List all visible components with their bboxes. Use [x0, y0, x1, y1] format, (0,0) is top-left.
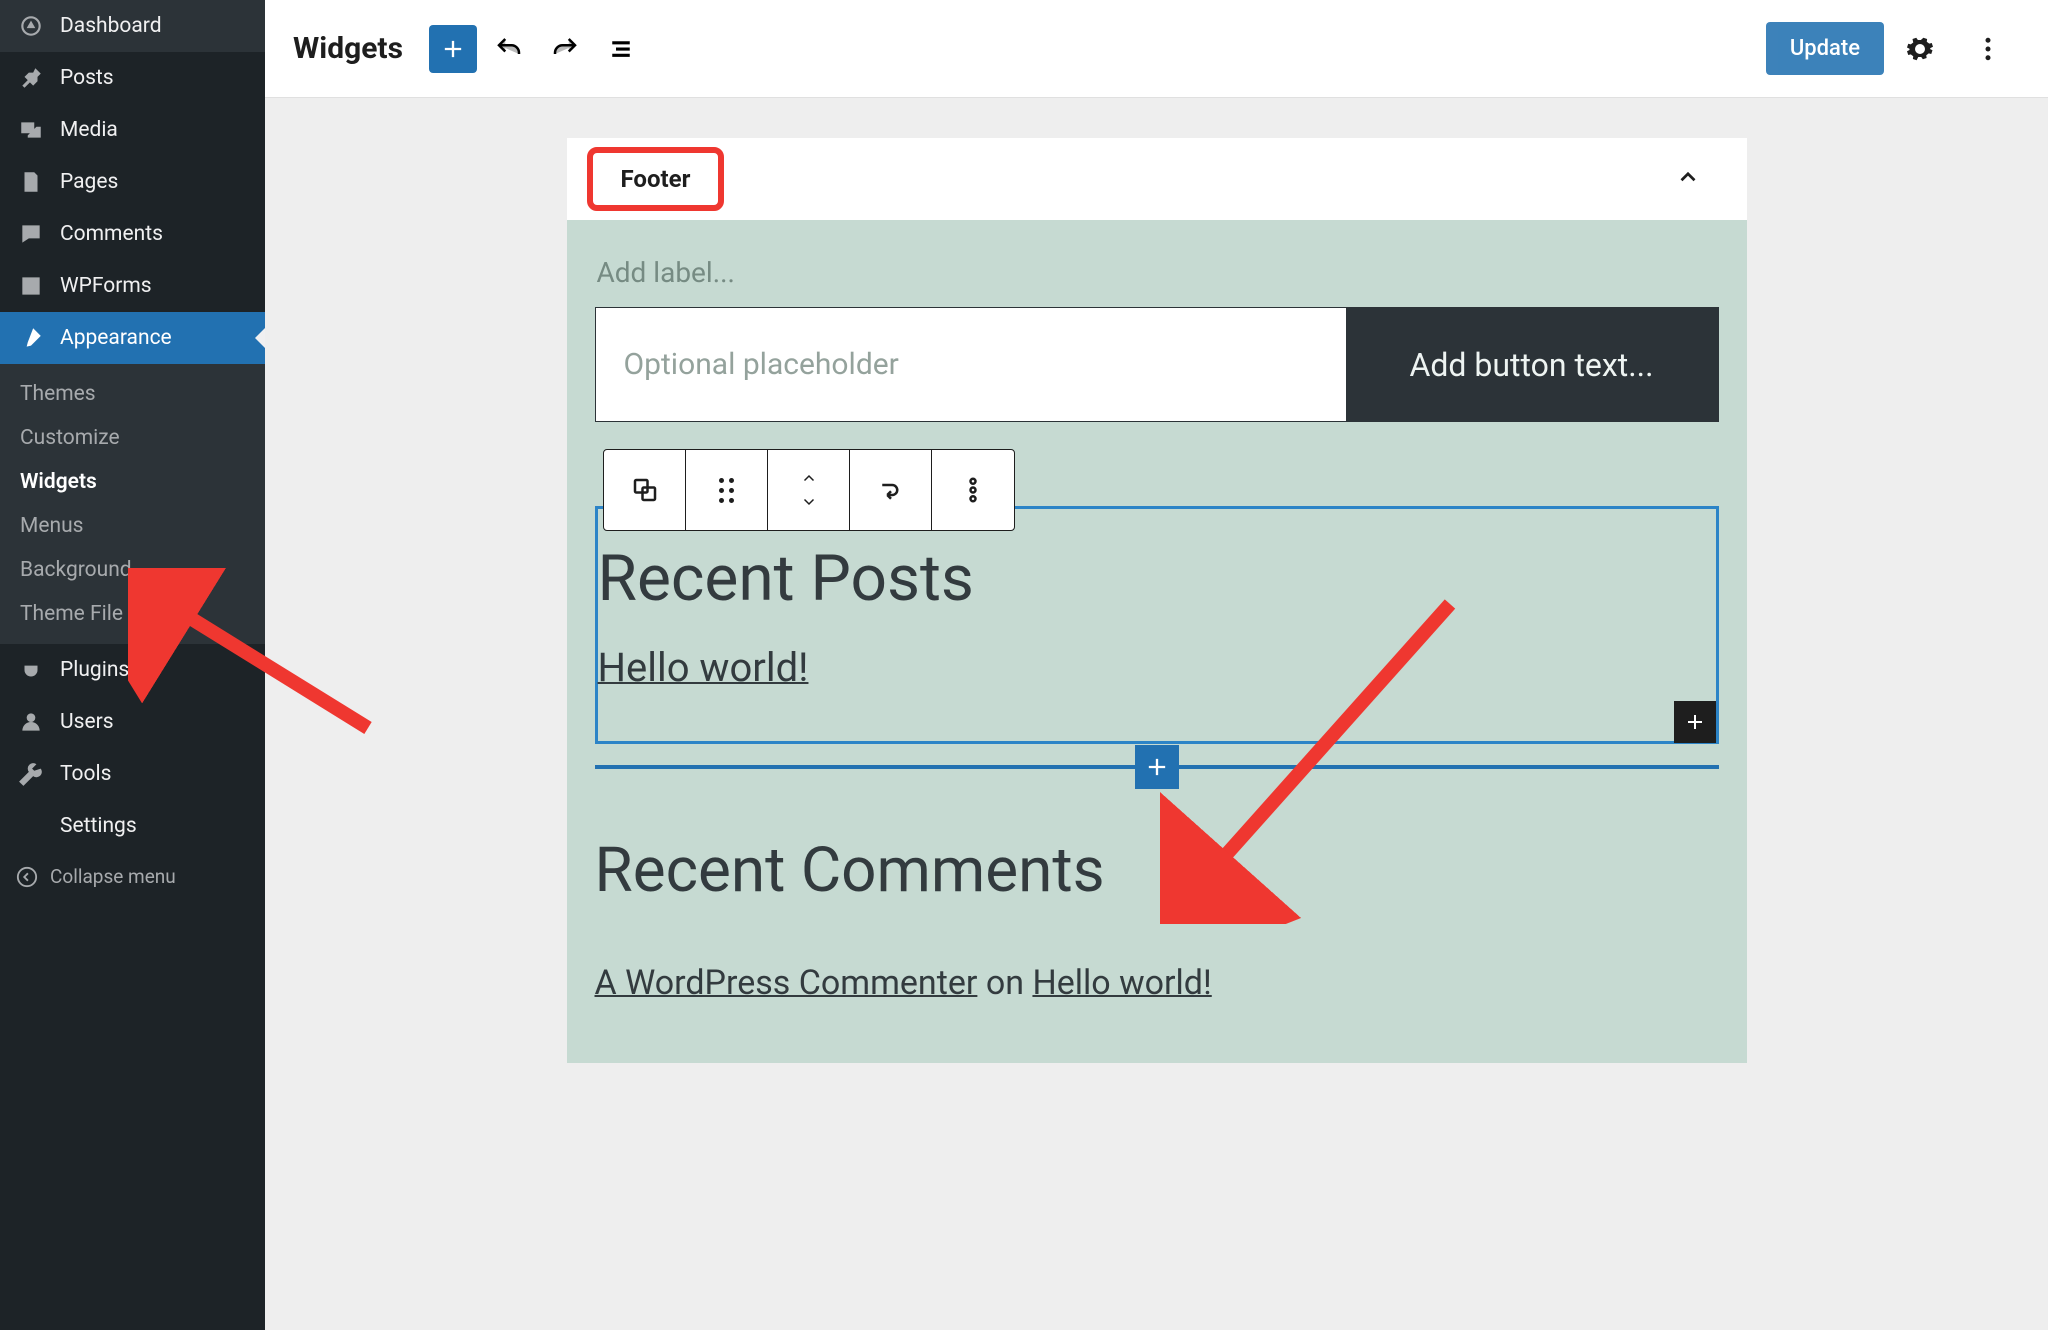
form-icon	[16, 273, 46, 299]
user-icon	[16, 709, 46, 735]
sidebar-submenu: Themes Customize Widgets Menus Backgroun…	[0, 364, 265, 644]
block-appender-button[interactable]	[1674, 701, 1716, 743]
sidebar-item-plugins[interactable]: Plugins	[0, 644, 265, 696]
wrench-icon	[16, 761, 46, 787]
sidebar-item-comments[interactable]: Comments	[0, 208, 265, 260]
recent-posts-block[interactable]: Recent Posts Hello world!	[595, 506, 1719, 744]
gauge-icon	[16, 13, 46, 39]
media-icon	[16, 117, 46, 143]
comment-author-link[interactable]: A WordPress Commenter	[595, 963, 978, 1003]
comment-post-link[interactable]: Hello world!	[1032, 963, 1211, 1003]
submenu-item-menus[interactable]: Menus	[0, 504, 265, 548]
sidebar-item-label: Tools	[60, 762, 111, 786]
sidebar-item-label: Users	[60, 710, 114, 734]
block-toolbar	[603, 449, 1015, 531]
editor-topbar: Widgets Update	[265, 0, 2048, 98]
search-block: Optional placeholder Add button text...	[595, 307, 1719, 422]
submenu-item-customize[interactable]: Customize	[0, 416, 265, 460]
recent-comments-heading: Recent Comments	[595, 834, 1719, 907]
drag-handle[interactable]	[686, 450, 768, 530]
sidebar-item-label: Settings	[60, 814, 137, 838]
editor-canvas: Footer Add label... Optional placeholder…	[265, 98, 2048, 1330]
collapse-label: Collapse menu	[50, 865, 176, 888]
search-button-placeholder[interactable]: Add button text...	[1346, 308, 1718, 421]
sidebar-item-label: Pages	[60, 170, 118, 194]
comment-icon	[16, 221, 46, 247]
settings-sliders-icon	[16, 813, 46, 839]
sidebar-item-media[interactable]: Media	[0, 104, 265, 156]
submenu-item-themes[interactable]: Themes	[0, 372, 265, 416]
widget-area-title: Footer	[587, 147, 725, 211]
sidebar-item-appearance[interactable]: Appearance	[0, 312, 265, 364]
sidebar-item-label: Dashboard	[60, 14, 162, 38]
brush-icon	[16, 325, 46, 351]
add-block-button[interactable]	[429, 25, 477, 73]
recent-posts-heading: Recent Posts	[598, 529, 1716, 644]
submenu-item-widgets[interactable]: Widgets	[0, 460, 265, 504]
sidebar-item-label: Plugins	[60, 658, 129, 682]
settings-button[interactable]	[1896, 25, 1944, 73]
sidebar-item-wpforms[interactable]: WPForms	[0, 260, 265, 312]
sidebar-item-tools[interactable]: Tools	[0, 748, 265, 800]
widget-area-header[interactable]: Footer	[567, 138, 1747, 220]
block-inserter-button[interactable]	[1135, 745, 1179, 789]
redo-button[interactable]	[541, 25, 589, 73]
sidebar-item-label: WPForms	[60, 274, 152, 298]
search-input-placeholder[interactable]: Optional placeholder	[596, 308, 1346, 421]
page-title: Widgets	[293, 31, 403, 66]
move-to-widget-area-button[interactable]	[850, 450, 932, 530]
admin-sidebar: Dashboard Posts Media Pages Comments WPF…	[0, 0, 265, 1330]
sidebar-item-dashboard[interactable]: Dashboard	[0, 0, 265, 52]
block-options-button[interactable]	[932, 450, 1014, 530]
pin-icon	[16, 65, 46, 91]
sidebar-item-label: Appearance	[60, 326, 172, 350]
update-button[interactable]: Update	[1766, 22, 1884, 75]
block-type-button[interactable]	[604, 450, 686, 530]
submenu-item-theme-file-editor[interactable]: Theme File Editor	[0, 592, 265, 636]
chevron-up-icon	[1675, 164, 1701, 194]
widget-area-footer: Footer Add label... Optional placeholder…	[567, 138, 1747, 1063]
collapse-menu-button[interactable]: Collapse menu	[0, 852, 265, 901]
recent-post-link[interactable]: Hello world!	[598, 644, 809, 691]
undo-button[interactable]	[485, 25, 533, 73]
recent-comment-line: A WordPress Commenter on Hello world!	[595, 963, 1719, 1003]
list-view-button[interactable]	[597, 25, 645, 73]
sidebar-item-users[interactable]: Users	[0, 696, 265, 748]
sidebar-item-label: Posts	[60, 66, 114, 90]
pages-icon	[16, 169, 46, 195]
sidebar-item-posts[interactable]: Posts	[0, 52, 265, 104]
widget-area-body: Add label... Optional placeholder Add bu…	[567, 220, 1747, 1063]
search-label-placeholder[interactable]: Add label...	[595, 256, 1719, 307]
sidebar-item-label: Comments	[60, 222, 163, 246]
block-inserter-line	[595, 742, 1719, 792]
sidebar-item-settings[interactable]: Settings	[0, 800, 265, 852]
sidebar-item-pages[interactable]: Pages	[0, 156, 265, 208]
plug-icon	[16, 657, 46, 683]
options-button[interactable]	[1964, 25, 2012, 73]
submenu-item-background[interactable]: Background	[0, 548, 265, 592]
move-up-down-button[interactable]	[768, 450, 850, 530]
sidebar-item-label: Media	[60, 118, 118, 142]
comment-on-text: on	[977, 963, 1032, 1003]
